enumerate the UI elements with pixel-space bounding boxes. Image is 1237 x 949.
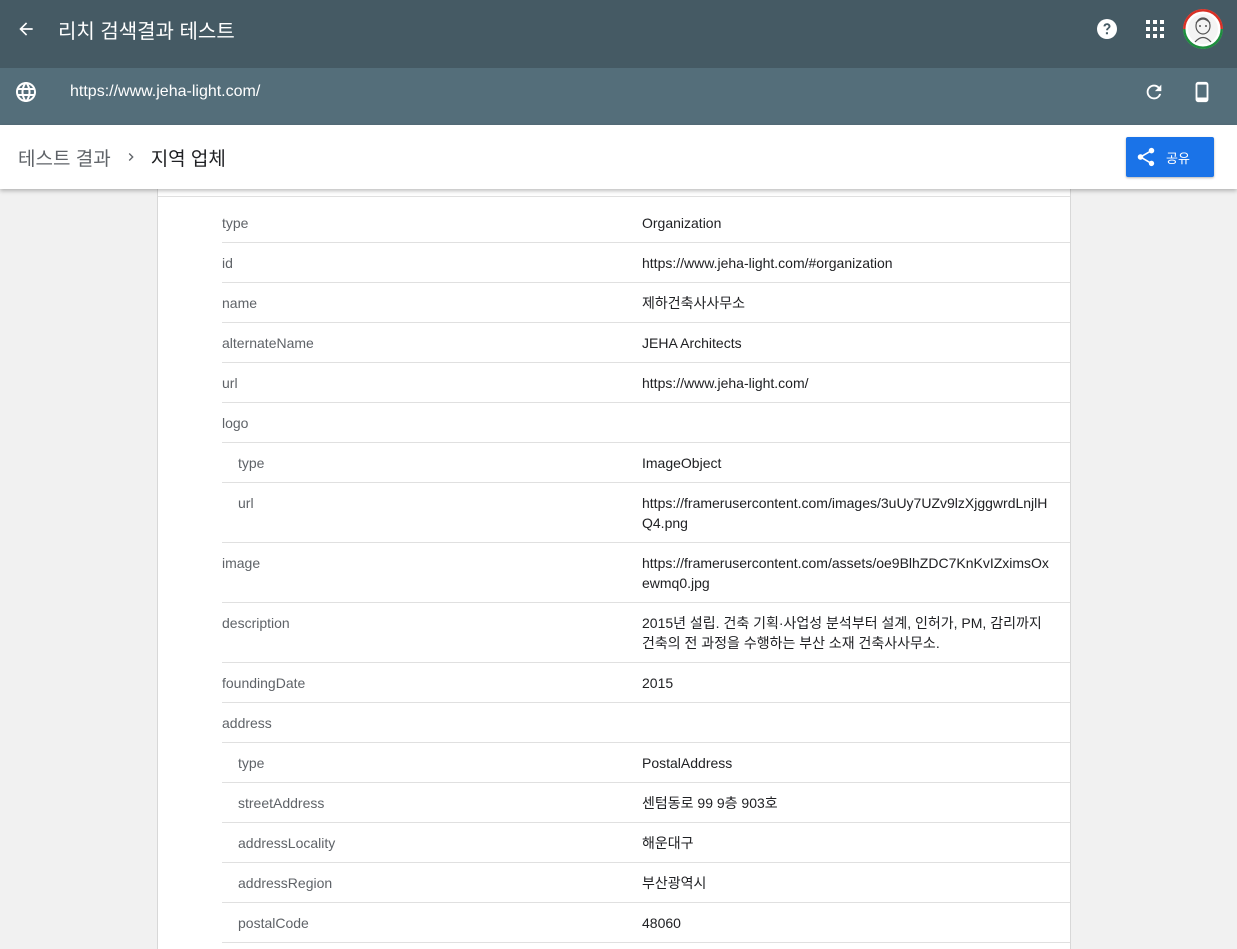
breadcrumb-current: 지역 업체 xyxy=(150,148,226,170)
property-value: 부산광역시 xyxy=(642,875,707,891)
property-row: addressLocality 해운대구 xyxy=(222,823,1070,863)
property-key: alternateName xyxy=(222,335,314,351)
property-value: https://www.jeha-light.com/ xyxy=(642,375,809,391)
property-value: 센텀동로 99 9층 903호 xyxy=(642,795,778,811)
property-value: https://www.jeha-light.com/#organization xyxy=(642,255,893,271)
property-row: foundingDate 2015 xyxy=(222,663,1070,703)
property-key: addressRegion xyxy=(238,875,333,891)
share-icon xyxy=(1137,147,1155,167)
property-row: name 제하건축사사무소 xyxy=(222,283,1070,323)
app-title: 리치 검색결과 테스트 xyxy=(58,20,235,43)
back-arrow-icon[interactable] xyxy=(15,18,37,40)
property-key: type xyxy=(222,215,249,231)
property-row: url https://www.jeha-light.com/ xyxy=(222,363,1070,403)
property-key: url xyxy=(222,375,238,391)
app-bar: 리치 검색결과 테스트 xyxy=(0,0,1237,58)
property-row: type Organization xyxy=(222,203,1070,243)
property-value: Organization xyxy=(642,215,722,231)
property-key: description xyxy=(222,615,290,631)
property-key: image xyxy=(222,555,261,571)
property-key: logo xyxy=(222,415,249,431)
property-row: url https://framerusercontent.com/images/… xyxy=(222,483,1070,543)
property-row: type PostalAddress xyxy=(222,743,1070,783)
property-value: ImageObject xyxy=(642,455,722,471)
reload-icon[interactable] xyxy=(1143,81,1165,103)
share-button[interactable]: 공유 xyxy=(1126,137,1214,177)
property-value: 제하건축사사무소 xyxy=(642,295,746,311)
property-row: addressRegion 부산광역시 xyxy=(222,863,1070,903)
property-row: streetAddress 센텀동로 99 9층 903호 xyxy=(222,783,1070,823)
property-value: 해운대구 xyxy=(642,835,694,851)
property-value: 2015년 설립. 건축 기획·사업성 분석부터 설계, 인허가, PM, 감리… xyxy=(642,615,1042,651)
chevron-right-icon xyxy=(123,149,139,165)
property-key: type xyxy=(238,755,265,771)
property-key: type xyxy=(238,455,265,471)
apps-grid-icon[interactable] xyxy=(1145,19,1165,39)
property-row: image https://framerusercontent.com/asset… xyxy=(222,543,1070,603)
property-value: 2015 xyxy=(642,675,674,691)
property-row: id https://www.jeha-light.com/#organizati… xyxy=(222,243,1070,283)
property-row: description 2015년 설립. 건축 기획·사업성 분석부터 설계, … xyxy=(222,603,1070,663)
property-row: logo xyxy=(222,403,1070,443)
property-row: address xyxy=(222,703,1070,743)
property-key: address xyxy=(222,715,272,731)
property-row: postalCode 48060 xyxy=(222,903,1070,943)
property-value xyxy=(642,713,1052,733)
property-value: JEHA Architects xyxy=(642,335,742,351)
help-icon[interactable] xyxy=(1095,17,1119,41)
globe-icon xyxy=(14,80,38,104)
property-key: postalCode xyxy=(238,915,309,931)
breadcrumb: 테스트 결과 지역 업체 공유 xyxy=(0,125,1237,189)
breadcrumb-root[interactable]: 테스트 결과 xyxy=(18,144,111,171)
url-bar: https://www.jeha-light.com/ xyxy=(0,68,1237,116)
share-button-label: 공유 xyxy=(1166,150,1190,166)
property-row: alternateName JEHA Architects xyxy=(222,323,1070,363)
property-value: https://framerusercontent.com/images/3uU… xyxy=(642,495,1048,531)
property-key: addressLocality xyxy=(238,835,336,851)
property-value: PostalAddress xyxy=(642,755,733,771)
property-key: id xyxy=(222,255,233,271)
result-panel: type Organization id https://www.jeha-light… xyxy=(157,189,1071,949)
property-key: streetAddress xyxy=(238,795,325,811)
property-row: type ImageObject xyxy=(222,443,1070,483)
mobile-device-icon[interactable] xyxy=(1191,81,1213,103)
property-key: foundingDate xyxy=(222,675,306,691)
property-list: type Organization id https://www.jeha-light… xyxy=(222,203,1070,943)
property-key: name xyxy=(222,295,258,311)
account-avatar[interactable] xyxy=(1183,9,1223,49)
property-key: url xyxy=(238,495,254,511)
url-text[interactable]: https://www.jeha-light.com/ xyxy=(70,83,260,101)
property-value: 48060 xyxy=(642,915,681,931)
property-value xyxy=(642,413,1052,433)
property-value: https://framerusercontent.com/assets/oe9… xyxy=(642,555,1049,591)
